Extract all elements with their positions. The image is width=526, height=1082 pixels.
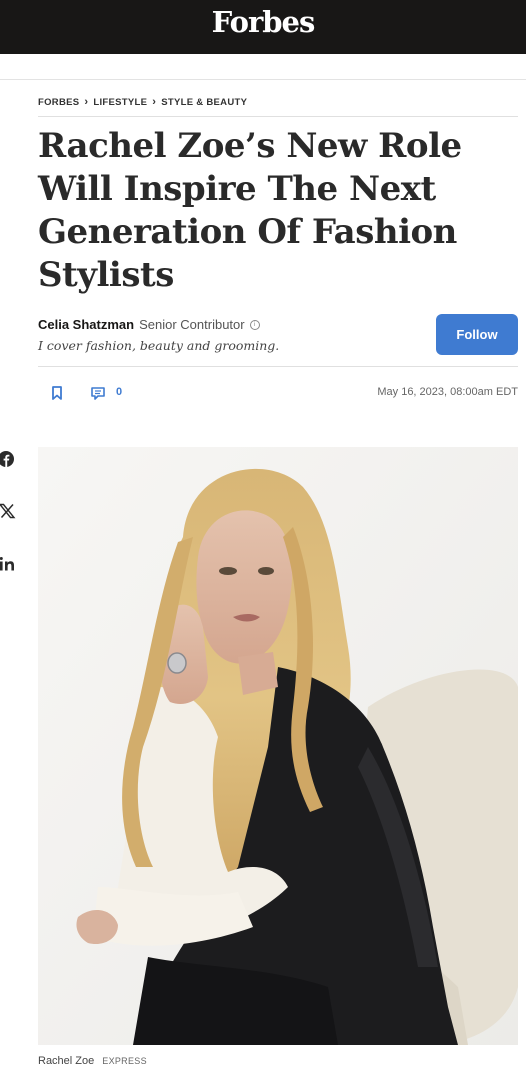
author-role: Senior Contributor	[139, 317, 245, 332]
follow-button[interactable]: Follow	[436, 314, 518, 355]
top-bar: Forbes	[0, 0, 526, 54]
breadcrumb-style-beauty[interactable]: STYLE & BEAUTY	[161, 97, 247, 108]
info-icon[interactable]: i	[249, 319, 260, 330]
comment-icon[interactable]	[90, 385, 106, 401]
publish-date: May 16, 2023, 08:00am EDT	[377, 386, 518, 398]
author-line: Celia Shatzman Senior Contributor i	[38, 317, 260, 332]
author-bio: I cover fashion, beauty and grooming.	[38, 338, 280, 353]
divider	[38, 366, 518, 367]
breadcrumb: FORBES › LIFESTYLE › STYLE & BEAUTY	[38, 96, 247, 108]
article-photo	[38, 447, 518, 1045]
forbes-logo[interactable]: Forbes	[0, 5, 526, 39]
breadcrumb-lifestyle[interactable]: LIFESTYLE	[93, 97, 147, 108]
bookmark-icon[interactable]	[49, 385, 65, 401]
comment-count[interactable]: 0	[116, 386, 122, 398]
x-icon[interactable]	[0, 503, 16, 519]
chevron-right-icon: ›	[84, 96, 89, 108]
photo-caption: Rachel Zoe EXPRESS	[38, 1055, 147, 1067]
photo-credit: EXPRESS	[102, 1056, 147, 1066]
chevron-right-icon: ›	[152, 96, 157, 108]
facebook-icon[interactable]	[0, 451, 16, 467]
breadcrumb-forbes[interactable]: FORBES	[38, 97, 79, 108]
author-name[interactable]: Celia Shatzman	[38, 317, 134, 332]
sub-navigation	[0, 54, 526, 80]
caption-text: Rachel Zoe	[38, 1055, 95, 1067]
article-title: Rachel Zoe’s New Role Will Inspire The N…	[38, 126, 462, 295]
divider	[38, 116, 518, 117]
linkedin-icon[interactable]	[0, 556, 16, 572]
